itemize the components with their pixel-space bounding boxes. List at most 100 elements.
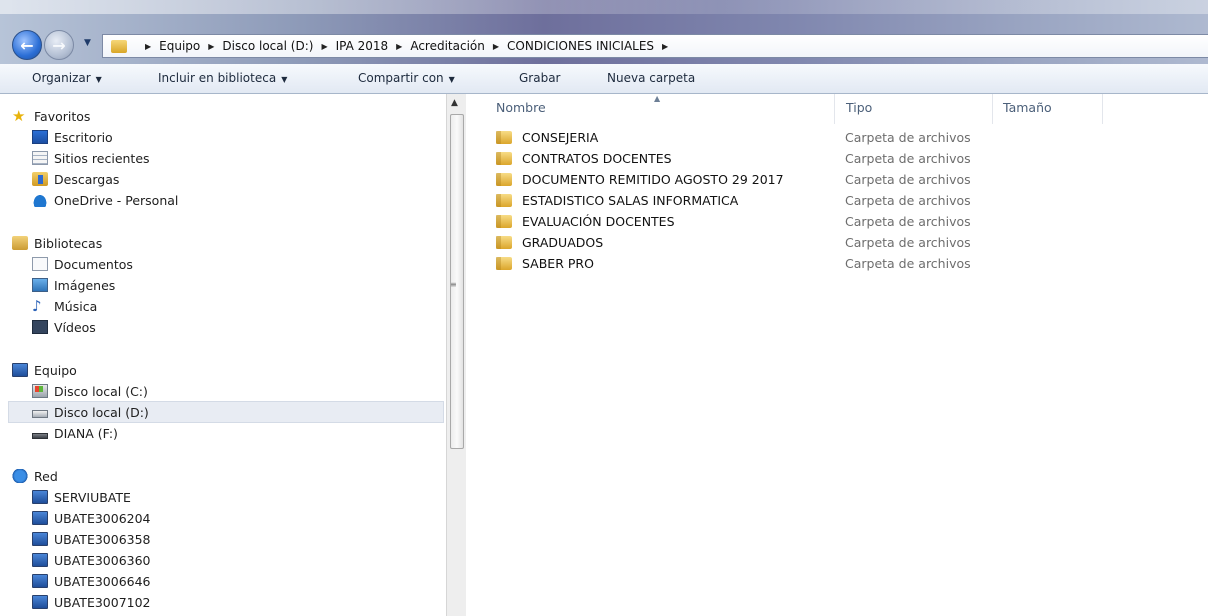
recent-pages-dropdown[interactable]: ▼	[84, 36, 96, 50]
nav-computer-header[interactable]: Equipo	[12, 360, 77, 380]
music-note-icon: ♪	[32, 297, 42, 315]
nav-label: UBATE3006358	[54, 531, 151, 547]
address-bar[interactable]: ▶ Equipo ▶ Disco local (D:) ▶ IPA 2018 ▶…	[102, 34, 1208, 58]
breadcrumb-disco-d[interactable]: Disco local (D:)	[222, 39, 313, 53]
nav-label: Equipo	[34, 362, 77, 378]
computer-icon	[32, 553, 48, 567]
cloud-icon	[32, 193, 48, 207]
nav-item-network-computer[interactable]: UBATE3006360	[32, 550, 151, 570]
folder-icon	[496, 235, 512, 249]
column-divider[interactable]	[992, 94, 993, 124]
file-row[interactable]: GRADUADOS	[496, 232, 603, 252]
nav-item-network-computer[interactable]: UBATE3007102	[32, 592, 151, 612]
nav-item-documentos[interactable]: Documentos	[32, 254, 133, 274]
include-library-button[interactable]: Incluir en biblioteca ▼	[158, 71, 287, 85]
file-row[interactable]: CONSEJERIA	[496, 127, 598, 147]
network-icon	[12, 469, 28, 483]
file-row[interactable]: SABER PRO	[496, 253, 594, 273]
file-type: Carpeta de archivos	[845, 256, 971, 271]
nav-item-disco-d[interactable]: Disco local (D:)	[32, 402, 149, 422]
breadcrumb-acreditacion[interactable]: Acreditación	[410, 39, 485, 53]
forward-button[interactable]: →	[44, 30, 74, 60]
forward-arrow-icon: →	[52, 35, 66, 55]
nav-favorites-header[interactable]: ★ Favoritos	[12, 106, 90, 126]
nav-label: Imágenes	[54, 277, 116, 293]
computer-icon	[32, 532, 48, 546]
breadcrumb-separator-icon[interactable]: ▶	[208, 42, 214, 51]
titlebar-glow	[0, 0, 1208, 14]
folder-icon	[111, 39, 127, 53]
window-titlebar: ← → ▼ ▶ Equipo ▶ Disco local (D:) ▶ IPA …	[0, 0, 1208, 64]
navigation-pane: ★ Favoritos Escritorio Sitios recientes D…	[0, 94, 446, 616]
column-divider[interactable]	[1102, 94, 1103, 124]
drive-icon	[32, 410, 48, 418]
file-type: Carpeta de archivos	[845, 235, 971, 250]
nav-label: Descargas	[54, 171, 120, 187]
breadcrumb-equipo[interactable]: Equipo	[159, 39, 200, 53]
file-name: DOCUMENTO REMITIDO AGOSTO 29 2017	[522, 171, 784, 187]
nav-label: Bibliotecas	[34, 235, 103, 251]
libraries-icon	[12, 236, 28, 250]
nav-pane-scrollbar[interactable]: ▲ ≡	[446, 94, 466, 616]
column-header-name[interactable]: Nombre	[496, 100, 546, 115]
file-name: GRADUADOS	[522, 234, 604, 250]
nav-label: Disco local (D:)	[54, 404, 149, 420]
new-folder-button[interactable]: Nueva carpeta	[607, 71, 695, 85]
nav-item-disco-c[interactable]: Disco local (C:)	[32, 381, 148, 401]
file-name: SABER PRO	[522, 255, 594, 271]
breadcrumb-separator-icon[interactable]: ▶	[493, 42, 499, 51]
breadcrumb-ipa-2018[interactable]: IPA 2018	[336, 39, 389, 53]
nav-item-videos[interactable]: Vídeos	[32, 317, 96, 337]
removable-drive-icon	[32, 433, 48, 439]
nav-item-descargas[interactable]: Descargas	[32, 169, 119, 189]
back-button[interactable]: ←	[12, 30, 42, 60]
file-name: ESTADISTICO SALAS INFORMATICA	[522, 192, 739, 208]
file-list-pane: ▲ Nombre Tipo Tamaño CONSEJERIA Carpeta …	[466, 94, 1208, 616]
nav-item-network-computer[interactable]: UBATE3006358	[32, 529, 151, 549]
nav-label: Música	[54, 298, 98, 314]
scroll-grip-icon: ≡	[450, 280, 457, 289]
column-divider[interactable]	[834, 94, 835, 124]
column-header-type[interactable]: Tipo	[846, 100, 872, 115]
breadcrumb-separator-icon[interactable]: ▶	[321, 42, 327, 51]
nav-label: UBATE3006646	[54, 573, 151, 589]
folder-icon	[496, 151, 512, 165]
column-header-size[interactable]: Tamaño	[1003, 100, 1052, 115]
nav-item-sitios-recientes[interactable]: Sitios recientes	[32, 148, 150, 168]
scroll-up-icon[interactable]: ▲	[451, 98, 458, 108]
nav-item-diana-f[interactable]: DIANA (F:)	[32, 423, 118, 443]
nav-label: UBATE3006360	[54, 552, 151, 568]
nav-libraries-header[interactable]: Bibliotecas	[12, 233, 102, 253]
nav-label: Sitios recientes	[54, 150, 150, 166]
burn-button[interactable]: Grabar	[519, 71, 561, 85]
nav-item-musica[interactable]: ♪ Música	[32, 296, 97, 316]
file-row[interactable]: ESTADISTICO SALAS INFORMATICA	[496, 190, 738, 210]
breadcrumb-separator-icon[interactable]: ▶	[145, 42, 151, 51]
breadcrumb-separator-icon[interactable]: ▶	[662, 42, 668, 51]
nav-label: Documentos	[54, 256, 133, 272]
nav-label: Vídeos	[54, 319, 96, 335]
share-with-button[interactable]: Compartir con ▼	[358, 71, 455, 85]
computer-icon	[32, 595, 48, 609]
nav-item-escritorio[interactable]: Escritorio	[32, 127, 113, 147]
folder-icon	[496, 193, 512, 207]
file-row[interactable]: DOCUMENTO REMITIDO AGOSTO 29 2017	[496, 169, 784, 189]
breadcrumb-condiciones-iniciales[interactable]: CONDICIONES INICIALES	[507, 39, 654, 53]
nav-label: Red	[34, 468, 58, 484]
nav-item-imagenes[interactable]: Imágenes	[32, 275, 115, 295]
sort-ascending-icon: ▲	[654, 94, 661, 103]
share-with-label: Compartir con	[358, 71, 444, 85]
file-row[interactable]: CONTRATOS DOCENTES	[496, 148, 672, 168]
system-drive-icon	[32, 384, 48, 398]
nav-item-network-computer[interactable]: SERVIUBATE	[32, 487, 131, 507]
nav-item-network-computer[interactable]: UBATE3006204	[32, 508, 151, 528]
chevron-down-icon: ▼	[281, 75, 288, 84]
nav-network-header[interactable]: Red	[12, 466, 58, 486]
nav-label: Favoritos	[34, 108, 91, 124]
nav-item-onedrive[interactable]: OneDrive - Personal	[32, 190, 178, 210]
nav-item-network-computer[interactable]: UBATE3006646	[32, 571, 151, 591]
nav-label: SERVIUBATE	[54, 489, 131, 505]
breadcrumb-separator-icon[interactable]: ▶	[396, 42, 402, 51]
organize-button[interactable]: Organizar ▼	[32, 71, 102, 85]
file-row[interactable]: EVALUACIÓN DOCENTES	[496, 211, 675, 231]
